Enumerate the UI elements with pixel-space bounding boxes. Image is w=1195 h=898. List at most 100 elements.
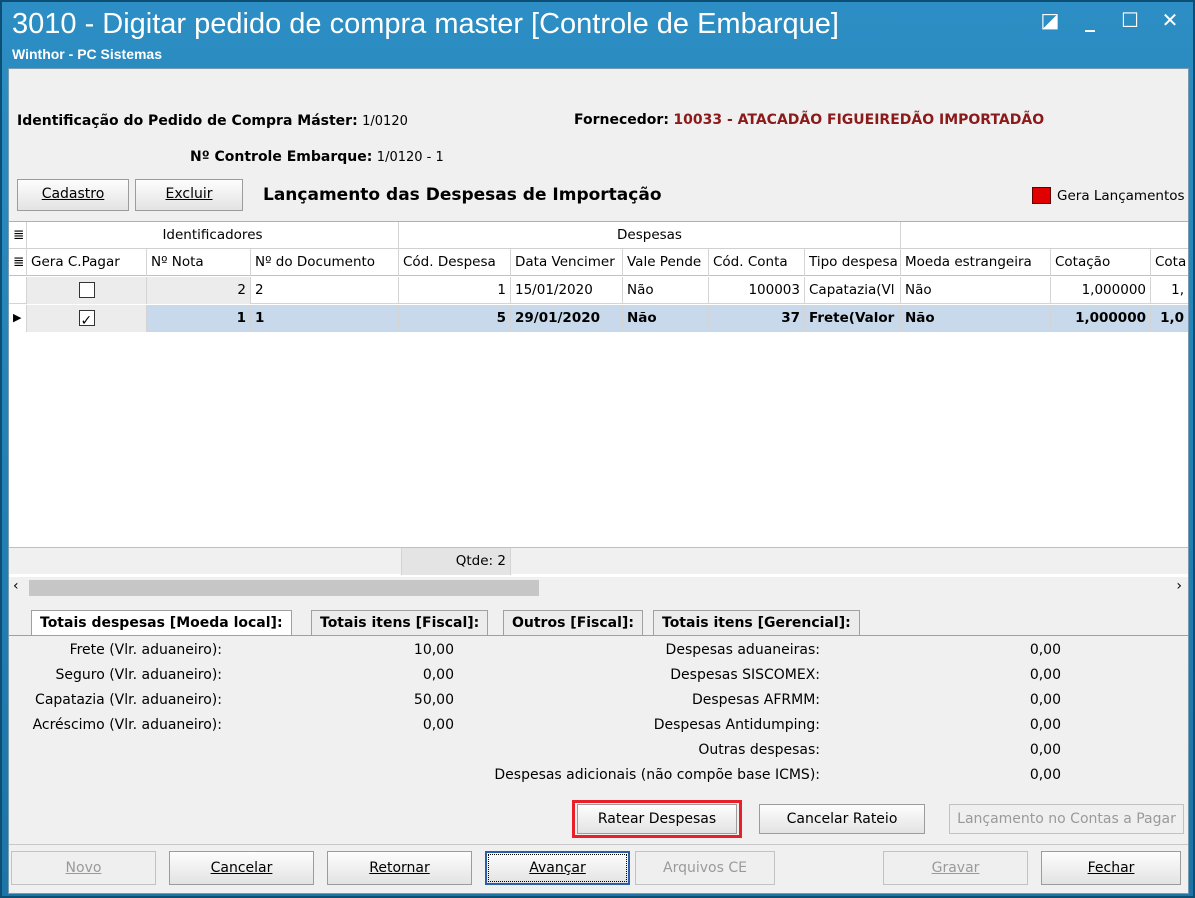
retornar-button[interactable]: Retornar — [327, 851, 472, 885]
col-vale-pendente[interactable]: Vale Pende — [623, 249, 709, 276]
cancelar-label: Cancelar — [210, 860, 273, 876]
fechar-button[interactable]: Fechar — [1041, 851, 1181, 885]
gera-cpagar-checkbox-cell[interactable] — [27, 305, 147, 332]
window-title: 3010 - Digitar pedido de compra master [… — [12, 8, 839, 40]
cell-nota: 1 — [147, 305, 251, 332]
restore-icon[interactable]: ◪ — [1039, 8, 1061, 32]
cell-cod-despesa: 5 — [399, 305, 511, 332]
cell-cotacao: 1,000000 — [1051, 305, 1151, 332]
gravar-label: Gravar — [931, 860, 980, 876]
arquivos-ce-button[interactable]: Arquivos CE — [635, 851, 775, 885]
desp-aduaneiras-label: Despesas aduaneiras: — [665, 642, 820, 658]
cell-data: 29/01/2020 — [511, 305, 623, 332]
pedido-value: 1/0120 — [362, 114, 408, 129]
gera-cpagar-checkbox-checked[interactable] — [78, 308, 95, 332]
qtde-total: Qtde: 2 — [401, 548, 511, 575]
desp-siscomex-label: Despesas SISCOMEX: — [670, 667, 820, 683]
controle-info: Nº Controle Embarque: 1/0120 - 1 — [190, 149, 444, 165]
lancamento-contas-pagar-button[interactable]: Lançamento no Contas a Pagar — [949, 804, 1184, 834]
col-moeda-estrangeira[interactable]: Moeda estrangeira — [901, 249, 1051, 276]
col-nota[interactable]: Nº Nota — [147, 249, 251, 276]
close-icon[interactable]: ✕ — [1159, 8, 1181, 32]
client-area: Identificação do Pedido de Compra Máster… — [8, 68, 1189, 894]
outras-despesas-value: 0,00 — [1029, 742, 1061, 758]
col-documento[interactable]: Nº do Documento — [251, 249, 399, 276]
cell-vale: Não — [623, 305, 709, 332]
avancar-label: Avançar — [529, 860, 586, 876]
novo-button[interactable]: Novo — [11, 851, 156, 885]
row-indicator — [9, 277, 27, 304]
seguro-label: Seguro (Vlr. aduaneiro): — [55, 667, 222, 683]
cell-data: 15/01/2020 — [511, 277, 623, 304]
window-controls: ◪ _ ☐ ✕ — [1039, 8, 1181, 32]
desp-siscomex-value: 0,00 — [1029, 667, 1061, 683]
frete-label: Frete (Vlr. aduaneiro): — [69, 642, 222, 658]
fechar-label: Fechar — [1087, 860, 1135, 876]
cell-cod-conta: 37 — [709, 305, 805, 332]
col-gera-cpagar[interactable]: Gera C.Pagar — [27, 249, 147, 276]
controle-label: Nº Controle Embarque: — [190, 149, 373, 165]
col-cotacao[interactable]: Cotação — [1051, 249, 1151, 276]
desp-adicionais-value: 0,00 — [1029, 767, 1061, 783]
desp-aduaneiras-value: 0,00 — [1029, 642, 1061, 658]
excluir-button[interactable]: Excluir — [135, 179, 243, 211]
row-indicator-header-icon[interactable]: ≣ — [9, 249, 27, 276]
title-bar[interactable]: 3010 - Digitar pedido de compra master [… — [2, 2, 1193, 68]
grid-group-header: ≣ Identificadores Despesas — [9, 222, 1188, 249]
capatazia-value: 50,00 — [413, 692, 454, 708]
app-window: 3010 - Digitar pedido de compra master [… — [0, 0, 1195, 898]
col-data-vencimento[interactable]: Data Vencimer — [511, 249, 623, 276]
row-pointer-icon: ▶ — [9, 305, 27, 332]
tab-totais-despesas[interactable]: Totais despesas [Moeda local]: — [31, 610, 292, 635]
bottom-divider — [9, 844, 1188, 845]
tab-outros-fiscal[interactable]: Outros [Fiscal]: — [503, 610, 643, 635]
cell-cod-conta: 100003 — [709, 277, 805, 304]
despesas-grid[interactable]: ≣ Identificadores Despesas ≣ Gera C.Paga… — [9, 221, 1188, 583]
scrollbar-thumb[interactable] — [29, 580, 539, 596]
desp-adicionais-label: Despesas adicionais (não compõe base ICM… — [494, 767, 820, 783]
totais-panel: Frete (Vlr. aduaneiro): 10,00 Seguro (Vl… — [9, 635, 1188, 849]
cell-tipo: Frete(Valor — [805, 305, 901, 332]
gera-lancamentos-legend-icon — [1032, 187, 1051, 204]
tab-bar: Totais despesas [Moeda local]: Totais it… — [9, 610, 1188, 635]
group-despesas: Despesas — [399, 222, 901, 249]
gera-cpagar-checkbox-cell[interactable] — [27, 277, 147, 304]
section-title: Lançamento das Despesas de Importação — [263, 185, 662, 205]
maximize-icon[interactable]: ☐ — [1119, 8, 1141, 32]
fornecedor-info: Fornecedor: 10033 - ATACADÃO FIGUEIREDÃO… — [574, 112, 1044, 128]
minimize-icon[interactable]: _ — [1079, 8, 1101, 32]
cell-documento: 1 — [251, 305, 399, 332]
novo-label: Novo — [65, 860, 102, 876]
table-row-selected[interactable]: ▶ 1 1 5 29/01/2020 Não 37 Frete(Valor Nã… — [9, 305, 1188, 332]
cadastro-button[interactable]: Cadastro — [17, 179, 129, 211]
group-empty — [901, 222, 1188, 249]
cell-cotacao: 1,000000 — [1051, 277, 1151, 304]
column-chooser-icon[interactable]: ≣ — [9, 222, 27, 249]
tab-totais-itens-gerencial[interactable]: Totais itens [Gerencial]: — [653, 610, 860, 635]
col-tipo-despesa[interactable]: Tipo despesa — [805, 249, 901, 276]
gera-cpagar-checkbox[interactable] — [78, 282, 95, 298]
pedido-label: Identificação do Pedido de Compra Máster… — [17, 113, 358, 129]
horizontal-scrollbar[interactable]: ‹ › — [9, 577, 1188, 599]
excluir-label: Excluir — [165, 186, 213, 202]
capatazia-label: Capatazia (Vlr. aduaneiro): — [35, 692, 222, 708]
gravar-button[interactable]: Gravar — [883, 851, 1028, 885]
table-row[interactable]: 2 2 1 15/01/2020 Não 100003 Capatazia(Vl… — [9, 277, 1188, 304]
cancelar-button[interactable]: Cancelar — [169, 851, 314, 885]
tab-totais-itens-fiscal[interactable]: Totais itens [Fiscal]: — [311, 610, 489, 635]
cell-tipo: Capatazia(Vl — [805, 277, 901, 304]
fornecedor-label: Fornecedor: — [574, 112, 669, 128]
desp-afrmm-label: Despesas AFRMM: — [691, 692, 820, 708]
scroll-right-icon[interactable]: › — [1176, 578, 1182, 594]
scroll-left-icon[interactable]: ‹ — [13, 578, 19, 594]
desp-antidumping-value: 0,00 — [1029, 717, 1061, 733]
acrescimo-value: 0,00 — [422, 717, 454, 733]
col-cota[interactable]: Cota — [1151, 249, 1188, 276]
desp-antidumping-label: Despesas Antidumping: — [653, 717, 820, 733]
col-cod-conta[interactable]: Cód. Conta — [709, 249, 805, 276]
avancar-button[interactable]: Avançar — [485, 851, 630, 885]
cancelar-rateio-button[interactable]: Cancelar Rateio — [759, 804, 925, 834]
fornecedor-value: 10033 - ATACADÃO FIGUEIREDÃO IMPORTADÃO — [673, 112, 1045, 128]
frete-value: 10,00 — [413, 642, 454, 658]
col-cod-despesa[interactable]: Cód. Despesa — [399, 249, 511, 276]
